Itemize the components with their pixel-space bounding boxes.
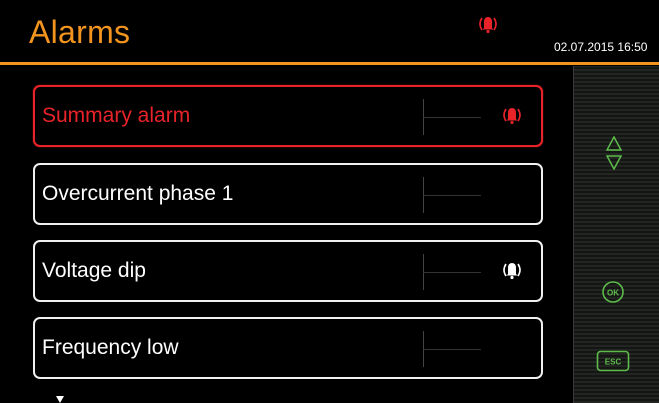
scroll-down-arrow-icon <box>56 396 64 403</box>
alarm-bell-icon <box>479 17 497 34</box>
alarms-screen: Alarms 02.07.2015 16:50 Summary alarm Ov… <box>0 0 659 403</box>
alarm-item-overcurrent-phase-1[interactable]: Overcurrent phase 1 <box>33 163 543 225</box>
alarm-bell-icon <box>503 263 521 280</box>
alarm-item-frequency-low[interactable]: Frequency low <box>33 317 543 379</box>
divider <box>423 195 481 196</box>
alarm-bell-icon <box>503 108 521 125</box>
divider <box>423 117 481 118</box>
alarm-label: Voltage dip <box>42 259 146 282</box>
page-title: Alarms <box>29 14 131 50</box>
header-divider <box>0 62 659 65</box>
esc-label: ESC <box>605 358 622 367</box>
alarm-label: Summary alarm <box>42 104 191 127</box>
esc-button[interactable]: ESC <box>596 350 630 372</box>
ok-button[interactable]: OK <box>601 280 625 304</box>
up-down-arrows-icon[interactable] <box>605 136 623 170</box>
ok-label: OK <box>607 289 619 298</box>
date-time: 02.07.2015 16:50 <box>554 40 648 54</box>
alarm-label: Frequency low <box>42 336 179 359</box>
divider <box>423 272 481 273</box>
alarm-label: Overcurrent phase 1 <box>42 182 234 205</box>
alarm-item-summary-alarm[interactable]: Summary alarm <box>33 85 543 147</box>
alarm-item-voltage-dip[interactable]: Voltage dip <box>33 240 543 302</box>
divider <box>423 349 481 350</box>
